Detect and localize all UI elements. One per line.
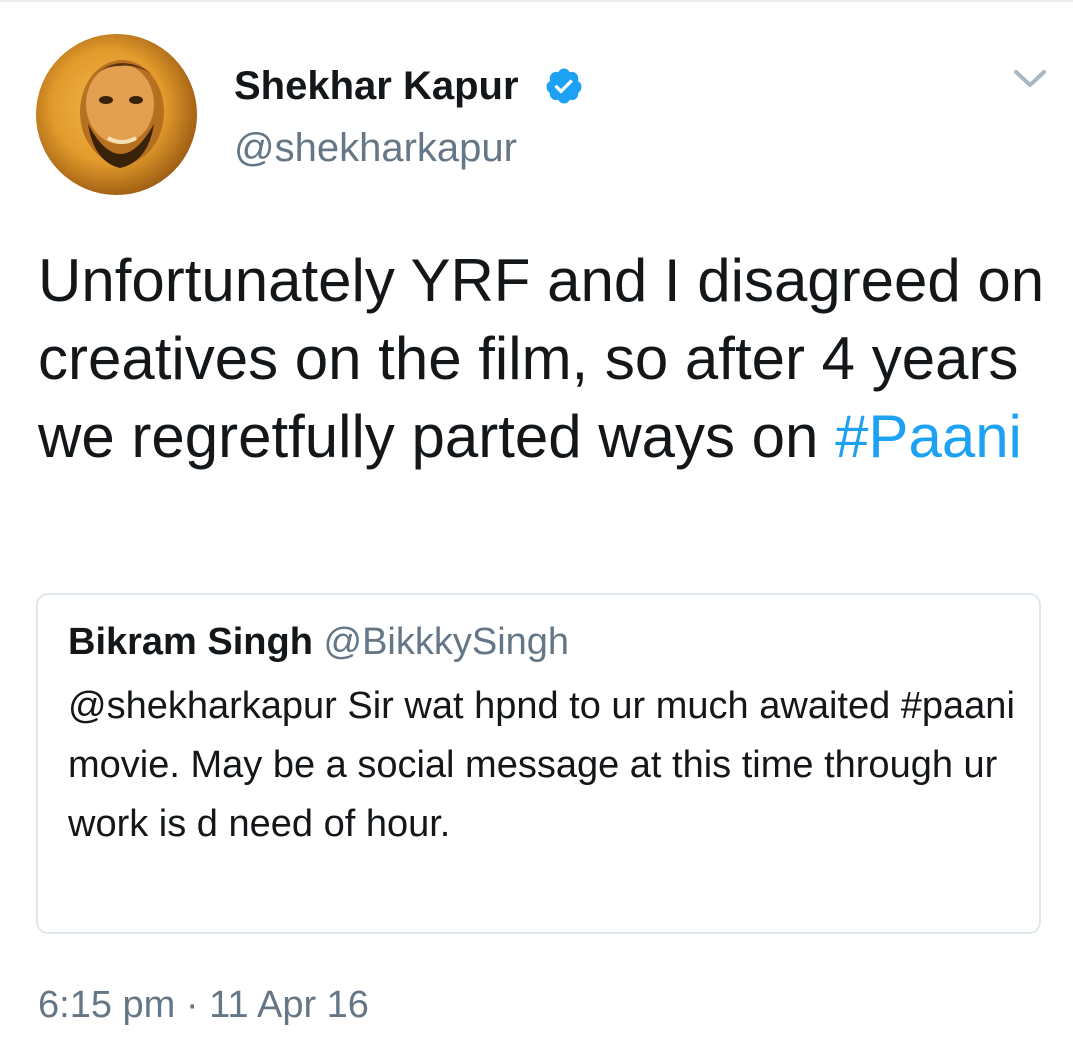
hashtag-link[interactable]: #Paani <box>835 403 1022 470</box>
quoted-author-handle: @BikkkySingh <box>323 621 570 663</box>
quoted-tweet-card[interactable]: Bikram Singh @BikkkySingh @shekharkapur … <box>36 593 1041 934</box>
verified-badge-icon <box>546 68 582 104</box>
top-divider <box>0 0 1073 2</box>
quoted-author-name: Bikram Singh <box>68 621 313 663</box>
author-name[interactable]: Shekhar Kapur <box>234 62 519 110</box>
tweet-timestamp[interactable]: 6:15 pm · 11 Apr 16 <box>38 980 369 1030</box>
author-handle[interactable]: @shekharkapur <box>234 124 517 172</box>
tweet-options-button[interactable] <box>1010 60 1050 96</box>
quoted-tweet-text: @shekharkapur Sir wat hpnd to ur much aw… <box>68 685 1015 845</box>
chevron-down-icon <box>1014 70 1046 87</box>
tweet-text: Unfortunately YRF and I disagreed on cre… <box>38 242 1048 476</box>
quoted-tweet-header: Bikram Singh @BikkkySingh <box>68 619 569 665</box>
avatar-image <box>80 60 164 168</box>
avatar[interactable] <box>36 34 197 195</box>
